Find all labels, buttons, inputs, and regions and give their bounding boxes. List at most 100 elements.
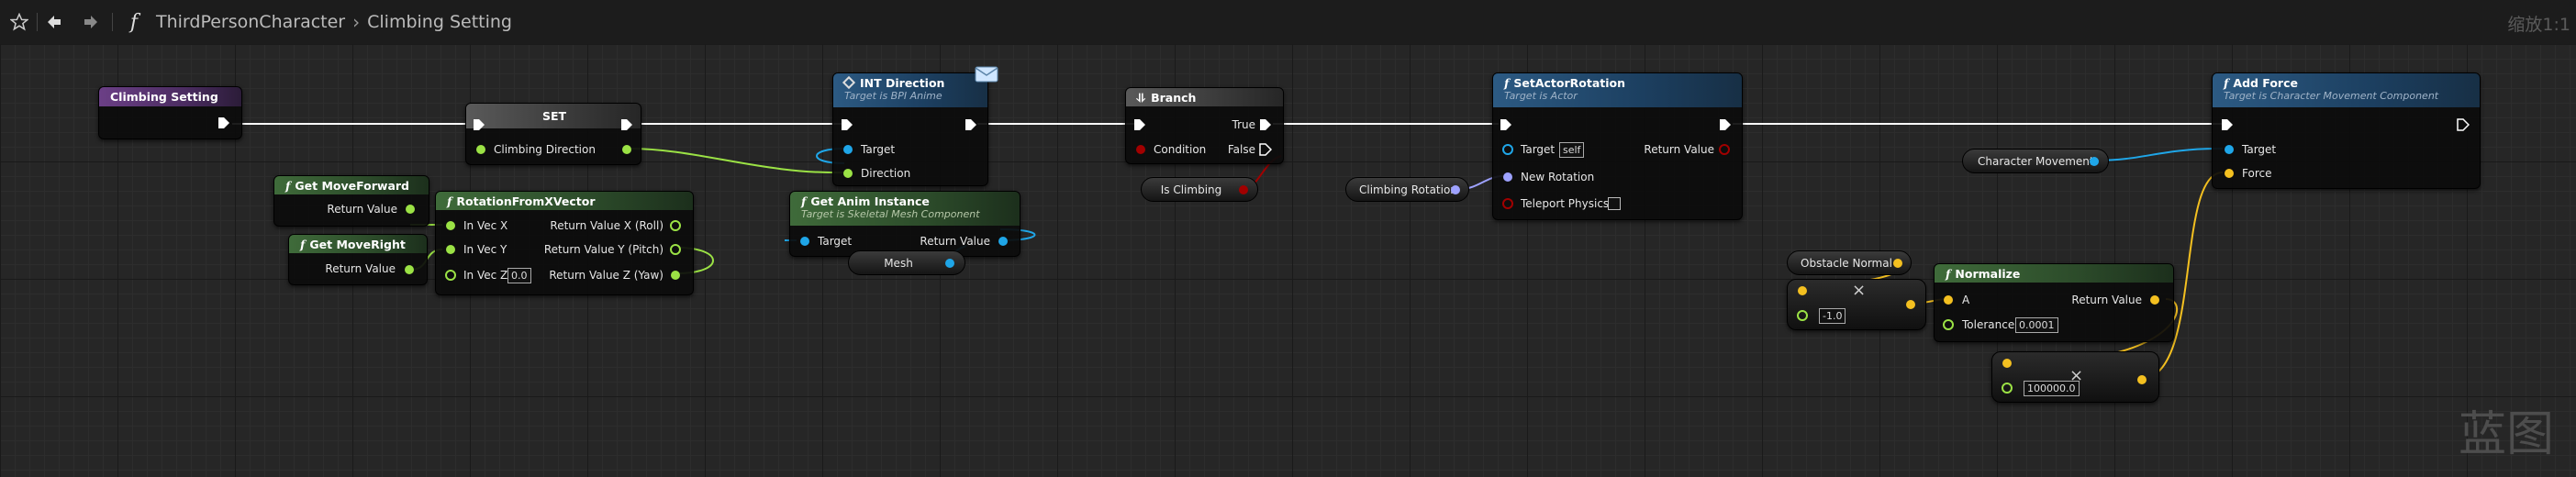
float-out-pin[interactable]	[670, 270, 681, 281]
get-anim-instance-node[interactable]: f Get Anim Instance Target is Skeletal Me…	[789, 191, 1020, 257]
object-in-pin[interactable]	[842, 144, 853, 155]
rotator-out-pin[interactable]	[1450, 184, 1461, 195]
vector-in-pin[interactable]	[1797, 285, 1808, 296]
bool-in-pin[interactable]	[1502, 198, 1513, 209]
vector-in-pin[interactable]	[2224, 168, 2235, 179]
float-in-pin[interactable]	[1797, 310, 1808, 321]
vector-out-pin[interactable]	[2149, 294, 2160, 305]
pin-label: Return Value	[327, 203, 397, 216]
float-in-pin[interactable]	[445, 244, 456, 255]
exec-out-pin[interactable]	[1259, 118, 1272, 131]
node-title: Add Force	[2233, 76, 2298, 90]
node-title: Normalize	[1955, 267, 2021, 281]
character-movement-variable-node[interactable]: Character Movement	[1962, 149, 2109, 173]
pin-label: Climbing Direction	[494, 143, 596, 156]
exec-out-pin[interactable]	[217, 116, 230, 129]
rotation-from-x-vector-node[interactable]: f RotationFromXVector In Vec X In Vec Y I…	[435, 191, 694, 295]
node-subtitle: Target is Actor	[1504, 90, 1578, 102]
pin-label: New Rotation	[1521, 171, 1595, 183]
node-title: Get Anim Instance	[810, 194, 930, 208]
node-title: Climbing Setting	[110, 90, 218, 104]
pin-label: Target	[818, 235, 853, 248]
pin-label: Condition	[1154, 143, 1207, 156]
function-icon: f	[1946, 267, 1951, 281]
add-force-node[interactable]: f Add Force Target is Character Movement …	[2212, 72, 2481, 189]
exec-out-pin[interactable]	[620, 118, 633, 131]
float-in-pin[interactable]	[2002, 383, 2013, 394]
tolerance-input[interactable]: 0.0001	[2015, 317, 2058, 333]
node-subtitle: Target is Character Movement Component	[2224, 90, 2439, 102]
exec-out-pin[interactable]	[1719, 118, 1732, 131]
exec-out-pin[interactable]	[1259, 143, 1272, 156]
object-out-pin[interactable]	[2089, 156, 2100, 167]
exec-out-pin[interactable]	[965, 118, 977, 131]
float-in-pin[interactable]	[445, 270, 456, 281]
exec-in-pin[interactable]	[841, 118, 853, 131]
interface-icon	[842, 75, 856, 90]
object-in-pin[interactable]	[2224, 144, 2235, 155]
teleport-physics-checkbox[interactable]	[1608, 197, 1621, 210]
pin-label: Teleport Physics	[1521, 197, 1610, 210]
rotator-in-pin[interactable]	[1502, 172, 1513, 183]
pin-label: True	[1232, 118, 1256, 131]
pin-label: A	[1962, 294, 1970, 306]
is-climbing-variable-node[interactable]: Is Climbing	[1141, 177, 1258, 202]
int-direction-node[interactable]: INT Direction Target is BPI Anime Target…	[832, 66, 998, 186]
set-variable-node[interactable]: SET Climbing Direction	[465, 103, 641, 165]
pin-label: Target	[1521, 143, 1556, 156]
float-in-pin[interactable]	[445, 220, 456, 231]
float-in-pin[interactable]	[1943, 319, 1954, 330]
float-out-pin[interactable]	[404, 264, 415, 275]
vector-in-pin[interactable]	[1943, 294, 1954, 305]
vector-out-pin[interactable]	[1892, 258, 1903, 269]
float-out-pin[interactable]	[621, 144, 632, 155]
multiply-node[interactable]: × -1.0	[1787, 279, 1926, 330]
vector-out-pin[interactable]	[2136, 374, 2147, 385]
exec-in-pin[interactable]	[1133, 118, 1146, 131]
float-out-pin[interactable]	[405, 204, 416, 215]
vector-in-pin[interactable]	[2002, 358, 2013, 369]
exec-in-pin[interactable]	[1500, 118, 1512, 131]
float-out-pin[interactable]	[670, 244, 681, 255]
variable-label: Character Movement	[1978, 154, 2094, 168]
mesh-variable-node[interactable]: Mesh	[848, 250, 965, 275]
float-in-pin[interactable]	[475, 144, 486, 155]
bool-out-pin[interactable]	[1719, 144, 1730, 155]
climbing-rotation-variable-node[interactable]: Climbing Rotation	[1345, 177, 1469, 202]
branch-node[interactable]: ⥥ Branch True Condition False	[1125, 87, 1284, 164]
normalize-node[interactable]: f Normalize A Return Value Tolerance 0.00…	[1934, 263, 2174, 342]
pin-label: Direction	[861, 167, 911, 180]
object-in-pin[interactable]	[1502, 144, 1513, 155]
float-out-pin[interactable]	[670, 220, 681, 231]
object-out-pin[interactable]	[998, 236, 1009, 247]
pin-label: Return Value	[2071, 294, 2142, 306]
pin-label: In Vec Z	[463, 269, 508, 282]
object-in-pin[interactable]	[799, 236, 810, 247]
vector-out-pin[interactable]	[1905, 299, 1916, 310]
function-entry-node[interactable]: Climbing Setting	[98, 86, 242, 139]
variable-label: Is Climbing	[1160, 183, 1222, 196]
bool-out-pin[interactable]	[1238, 184, 1249, 195]
get-move-right-node[interactable]: f Get MoveRight Return Value	[288, 234, 428, 285]
pin-label: In Vec Y	[463, 243, 507, 256]
object-wire	[2091, 148, 2224, 161]
in-vec-z-input[interactable]: 0.0	[507, 268, 531, 283]
interface-wire	[629, 148, 845, 174]
multiplier-input[interactable]: -1.0	[1819, 308, 1846, 324]
pin-label: Return Value	[1644, 143, 1714, 156]
multiplier-input[interactable]: 100000.0	[2024, 381, 2080, 396]
get-move-forward-node[interactable]: f Get MoveForward Return Value	[273, 175, 429, 227]
set-actor-rotation-node[interactable]: f SetActorRotation Target is Actor Target…	[1492, 72, 1743, 220]
object-out-pin[interactable]	[944, 258, 955, 269]
pin-label: Return Value	[920, 235, 990, 248]
multiply-node[interactable]: × 100000.0	[1991, 351, 2159, 403]
target-self-input[interactable]: self	[1559, 142, 1585, 158]
exec-in-pin[interactable]	[2221, 118, 2234, 131]
float-in-pin[interactable]	[842, 168, 853, 179]
exec-out-pin[interactable]	[2457, 118, 2470, 131]
pin-label: Return Value Z (Yaw)	[549, 269, 664, 282]
exec-in-pin[interactable]	[473, 118, 485, 131]
bool-in-pin[interactable]	[1135, 144, 1146, 155]
obstacle-normal-variable-node[interactable]: Obstacle Normal	[1787, 250, 1912, 275]
envelope-icon	[975, 66, 998, 83]
